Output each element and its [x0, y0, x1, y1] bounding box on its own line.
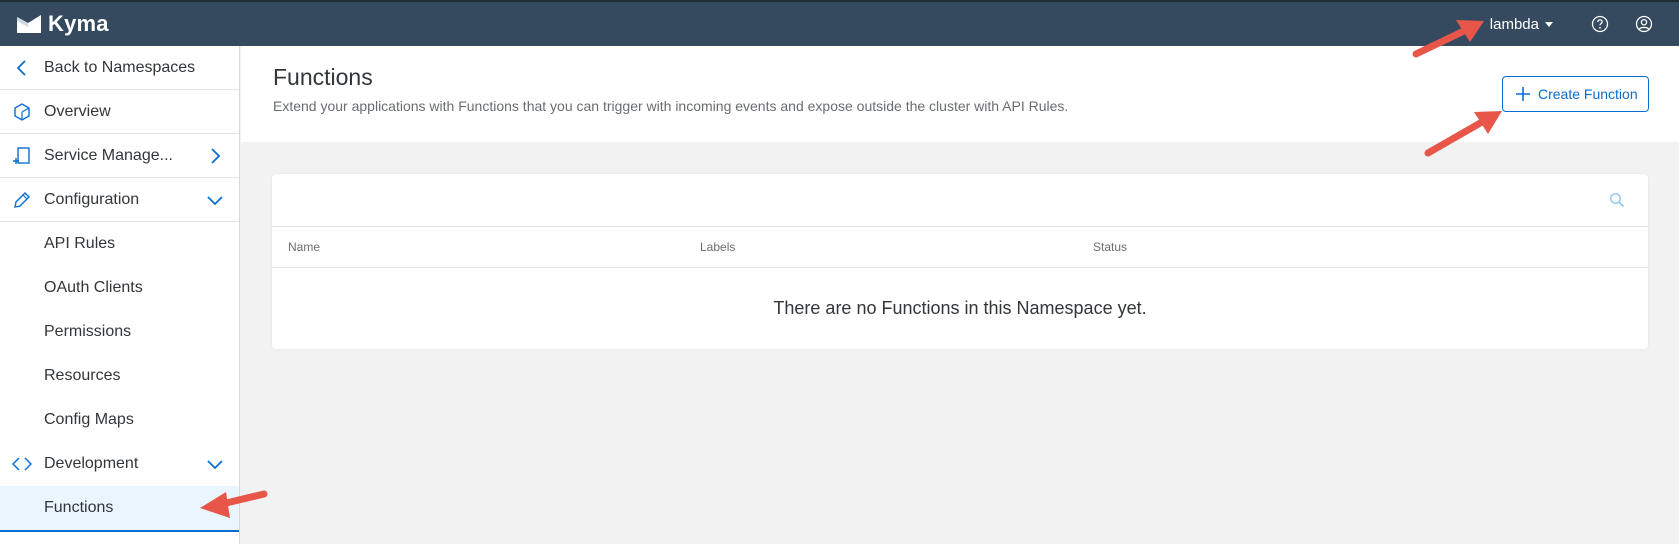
nav-label: Permissions	[44, 323, 132, 340]
brand[interactable]: Kyma	[16, 11, 109, 37]
create-function-label: Create Function	[1538, 86, 1638, 102]
namespace-label: lambda	[1489, 15, 1539, 33]
chevron-down-icon	[207, 196, 223, 206]
shell-bar: Kyma lambda	[0, 0, 1679, 46]
page-header: Functions Extend your applications with …	[241, 46, 1679, 142]
chevron-right-icon	[211, 148, 221, 164]
chevron-left-icon	[16, 60, 26, 76]
nav-label: Config Maps	[44, 411, 134, 428]
edit-icon	[14, 192, 30, 208]
table-header: Name Labels Status	[272, 226, 1648, 268]
side-navigation: Back to Namespaces Overview Service Mana…	[0, 46, 240, 544]
namespace-dropdown[interactable]: lambda	[1490, 16, 1553, 33]
nav-label: Development	[44, 455, 139, 472]
caret-down-icon	[1545, 22, 1553, 27]
nav-api-rules[interactable]: API Rules	[0, 222, 239, 266]
create-function-button[interactable]: Create Function	[1502, 76, 1649, 112]
chevron-down-icon	[207, 460, 223, 470]
nav-label: API Rules	[44, 235, 116, 252]
overview-icon	[14, 103, 30, 121]
nav-functions[interactable]: Functions	[0, 486, 239, 532]
nav-label: Overview	[44, 102, 111, 120]
page-title: Functions	[273, 64, 373, 90]
column-header-name: Name	[288, 240, 321, 254]
service-management-icon	[13, 147, 30, 164]
search-icon[interactable]	[1609, 192, 1625, 208]
user-account-icon[interactable]	[1635, 15, 1653, 33]
functions-table-panel: Name Labels Status There are no Function…	[272, 174, 1648, 349]
plus-icon	[1516, 87, 1530, 101]
page-description: Extend your applications with Functions …	[273, 98, 1069, 114]
column-header-labels: Labels	[700, 240, 736, 254]
nav-label: Back to Namespaces	[44, 58, 196, 76]
nav-configuration[interactable]: Configuration	[0, 178, 239, 222]
nav-config-maps[interactable]: Config Maps	[0, 398, 239, 442]
nav-permissions[interactable]: Permissions	[0, 310, 239, 354]
nav-label: Configuration	[44, 190, 140, 208]
empty-table-message: There are no Functions in this Namespace…	[773, 298, 1147, 318]
column-header-status: Status	[1093, 240, 1128, 254]
nav-back-to-namespaces[interactable]: Back to Namespaces	[0, 46, 239, 90]
nav-oauth-clients[interactable]: OAuth Clients	[0, 266, 239, 310]
code-icon	[12, 457, 32, 471]
nav-service-management[interactable]: Service Manage...	[0, 134, 239, 178]
nav-development[interactable]: Development	[0, 442, 239, 486]
kyma-logo-icon	[17, 15, 41, 33]
nav-label: Service Manage...	[44, 146, 173, 164]
nav-resources[interactable]: Resources	[0, 354, 239, 398]
brand-name: Kyma	[48, 11, 109, 36]
nav-overview[interactable]: Overview	[0, 90, 239, 134]
nav-label: Functions	[44, 499, 114, 516]
nav-label: Resources	[44, 367, 121, 384]
help-icon[interactable]	[1591, 15, 1609, 33]
nav-label: OAuth Clients	[44, 279, 143, 296]
